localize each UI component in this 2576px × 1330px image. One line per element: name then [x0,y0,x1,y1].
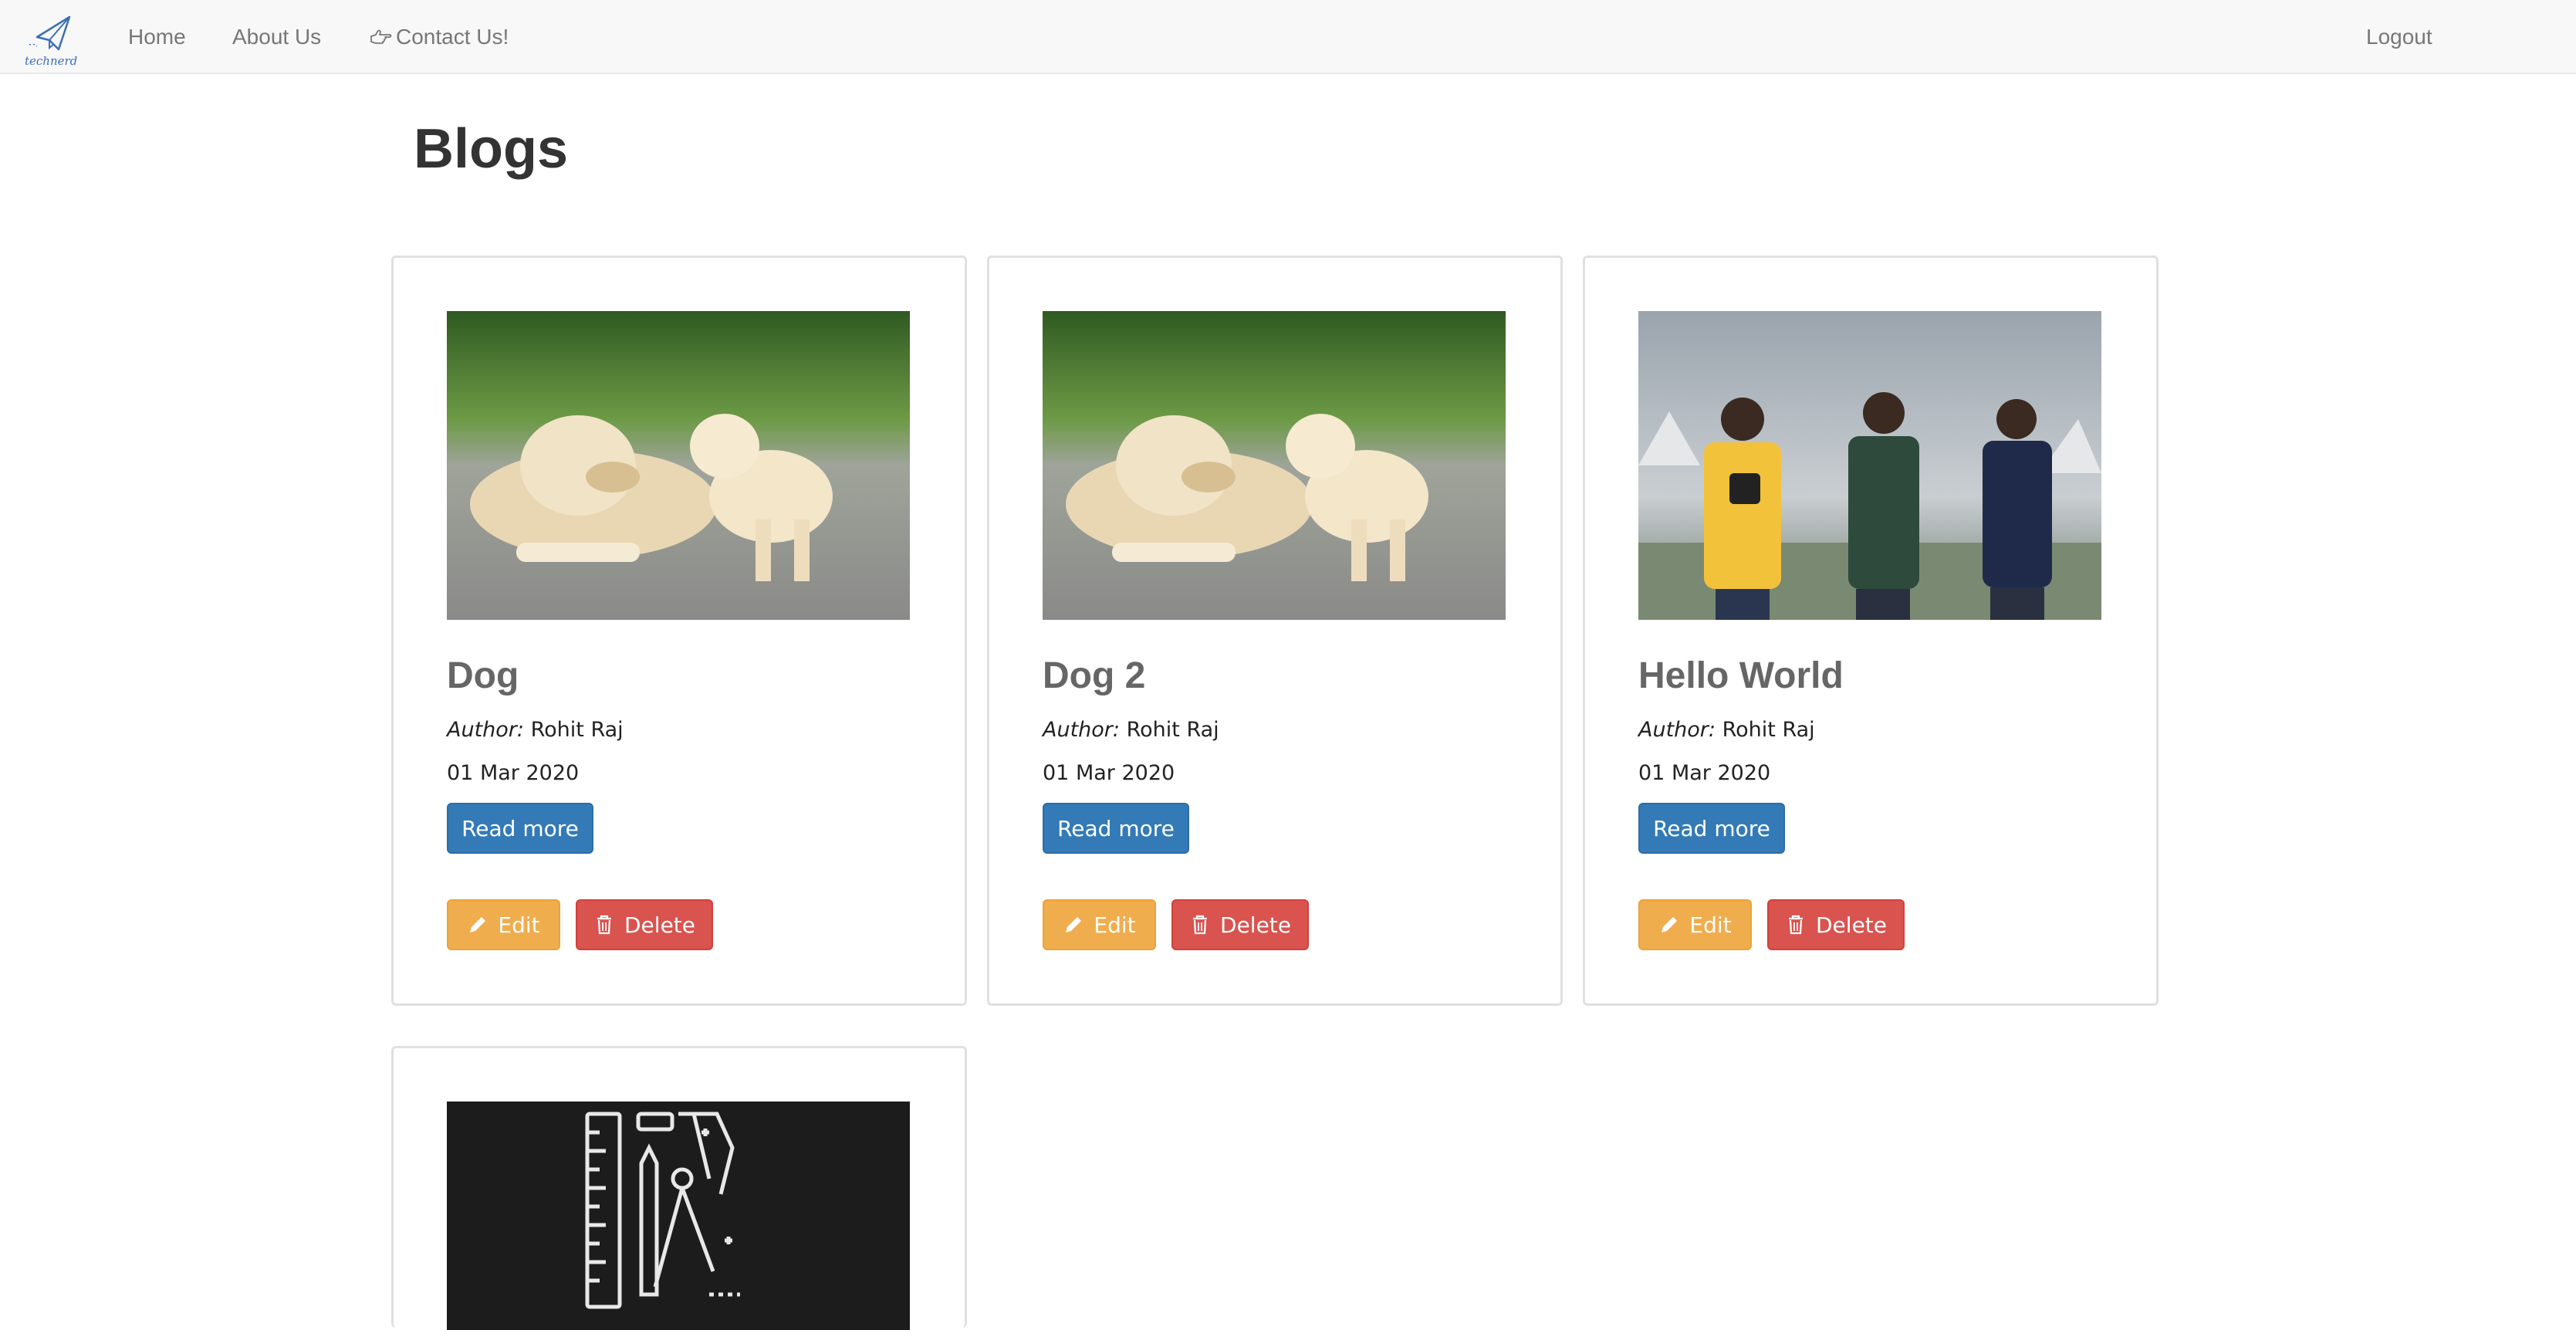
trash-icon [1789,915,1803,935]
author-name: Rohit Raj [1722,718,1815,742]
trash-icon [597,915,611,935]
blog-date: 01 Mar 2020 [1638,761,1771,785]
navbar: technerd Home About Us Contact Us! Logou… [0,0,2576,74]
edit-button[interactable]: Edit [1043,899,1156,950]
brand-text: technerd [25,54,77,68]
brand-logo[interactable]: technerd [22,9,80,68]
trash-icon [1193,915,1207,935]
nav-about-link[interactable]: About Us [232,23,321,51]
pencil-icon [1066,917,1082,932]
blog-title: Dog [447,655,519,696]
blog-image-dogs [1043,311,1506,620]
hand-point-right-icon [370,29,392,44]
blog-date: 01 Mar 2020 [1043,761,1175,785]
nav-logout-link[interactable]: Logout [2366,23,2432,51]
nav-contact-label: Contact Us! [396,25,509,49]
paper-plane-icon: technerd [25,15,77,68]
edit-label: Edit [1094,912,1136,938]
delete-button[interactable]: Delete [1767,899,1905,950]
blog-card: Hello World Author: Rohit Raj 01 Mar 202… [1583,256,2158,1006]
author-name: Rohit Raj [530,718,624,742]
edit-button[interactable]: Edit [447,899,560,950]
author-label: Author: [1638,718,1716,742]
blog-title: Hello World [1638,655,1844,696]
delete-button[interactable]: Delete [576,899,713,950]
pencil-icon [1662,917,1678,932]
author-label: Author: [1043,718,1120,742]
blog-image-tools [447,1102,910,1330]
blog-date: 01 Mar 2020 [447,761,580,785]
read-more-button[interactable]: Read more [447,803,593,854]
edit-label: Edit [498,912,540,938]
page-title: Blogs [414,118,569,180]
author-name: Rohit Raj [1126,718,1219,742]
nav-contact-link[interactable]: Contact Us! [370,23,509,51]
delete-label: Delete [1816,912,1887,938]
blog-author: Author: Rohit Raj [1638,718,1815,742]
blog-card: Dog Author: Rohit Raj 01 Mar 2020 Read m… [391,256,967,1006]
blog-image-people [1638,311,2101,620]
author-label: Author: [447,718,524,742]
pencil-icon [470,917,486,932]
delete-label: Delete [1220,912,1291,938]
blog-author: Author: Rohit Raj [1043,718,1219,742]
delete-button[interactable]: Delete [1171,899,1309,950]
tools-icon [447,1102,910,1330]
blog-author: Author: Rohit Raj [447,718,624,742]
blog-title: Dog 2 [1043,655,1146,696]
read-more-button[interactable]: Read more [1043,803,1189,854]
edit-button[interactable]: Edit [1638,899,1752,950]
read-more-button[interactable]: Read more [1638,803,1785,854]
edit-label: Edit [1689,912,1732,938]
blog-image-dogs [447,311,910,620]
blog-card: Dog 2 Author: Rohit Raj 01 Mar 2020 Read… [987,256,1563,1006]
blog-card [391,1046,967,1330]
delete-label: Delete [624,912,695,938]
nav-home-link[interactable]: Home [128,23,186,51]
